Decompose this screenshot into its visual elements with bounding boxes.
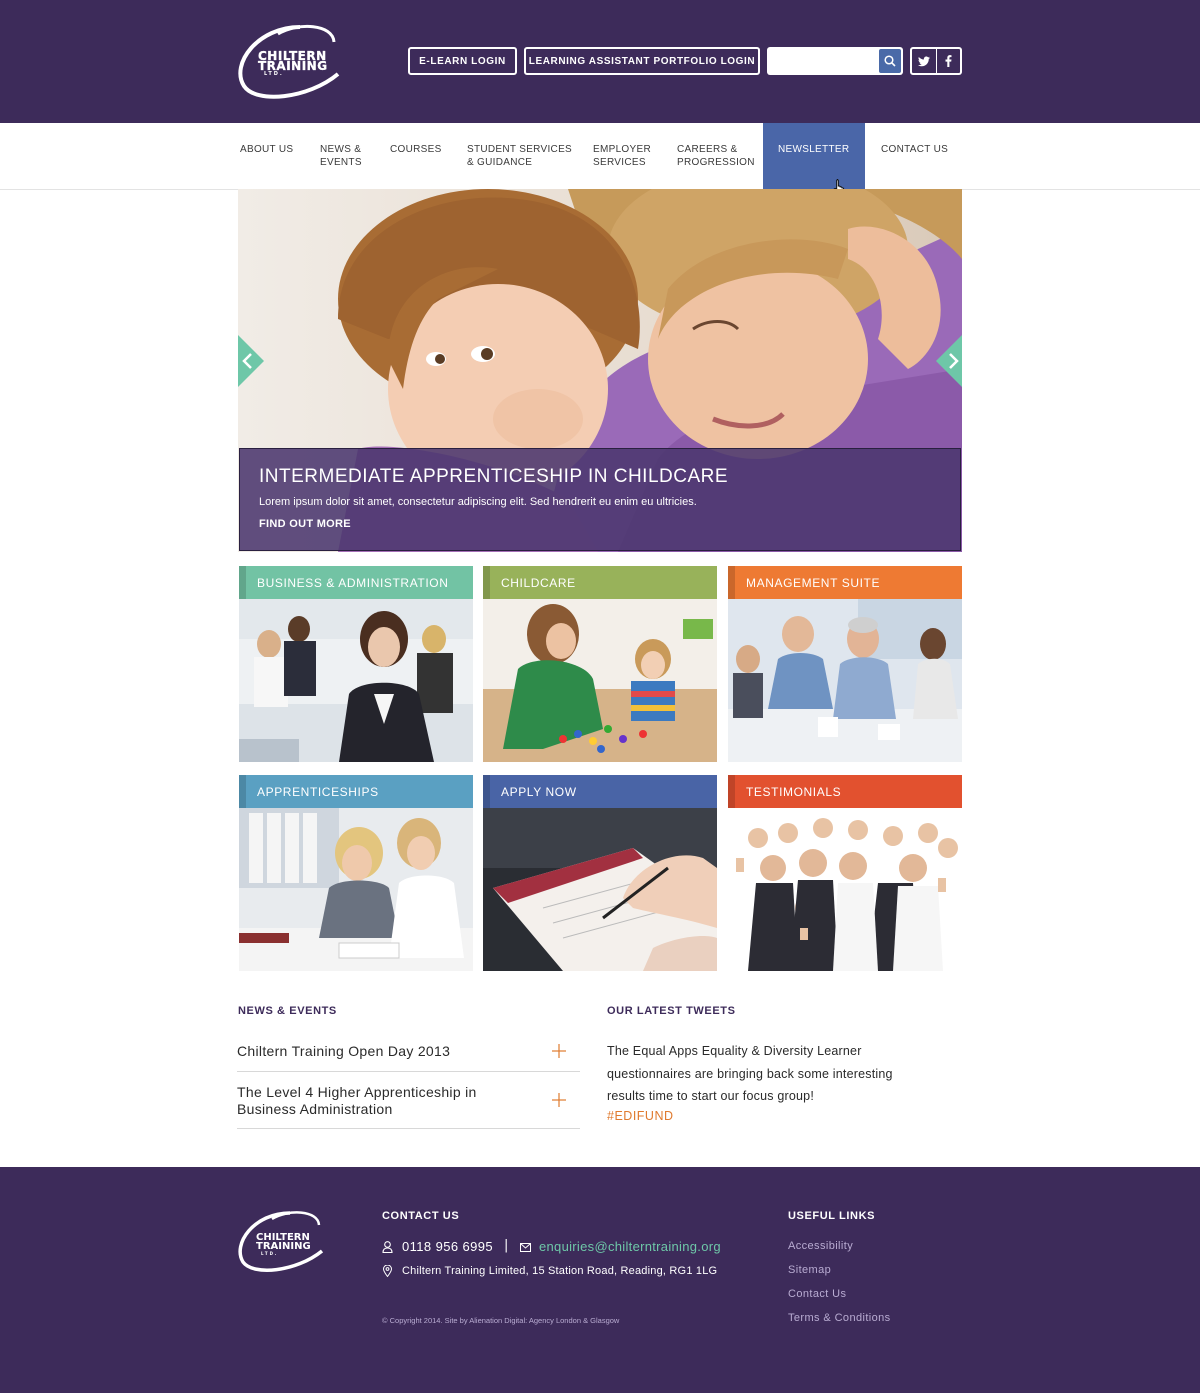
tile-image-testimonials xyxy=(728,808,962,971)
news-section-title: NEWS & EVENTS xyxy=(238,1005,337,1017)
tile-label: MANAGEMENT SUITE xyxy=(728,566,962,599)
facebook-icon xyxy=(945,55,952,67)
site-header: CHILTERN TRAINING LTD. E-LEARN LOGIN LEA… xyxy=(0,0,1200,123)
social-links xyxy=(910,47,962,75)
logo-line2: TRAINING xyxy=(258,59,328,73)
footer-link-terms[interactable]: Terms & Conditions xyxy=(788,1312,891,1324)
footer-copyright: © Copyright 2014. Site by Alienation Dig… xyxy=(382,1316,620,1325)
footer-link-contact-us[interactable]: Contact Us xyxy=(788,1288,846,1300)
twitter-icon xyxy=(917,56,930,66)
tile-management-suite[interactable]: MANAGEMENT SUITE xyxy=(728,566,962,762)
footer-separator: | xyxy=(504,1238,509,1253)
nav-item-newsletter[interactable]: NEWSLETTER xyxy=(763,123,865,189)
facebook-button[interactable] xyxy=(935,49,961,73)
footer-contact-title: CONTACT US xyxy=(382,1210,460,1222)
slider-next-arrow[interactable] xyxy=(936,335,962,387)
search-input[interactable] xyxy=(767,47,877,75)
nav-item-about-us[interactable]: ABOUT US xyxy=(240,123,293,189)
news-item[interactable]: Chiltern Training Open Day 2013 xyxy=(237,1031,580,1072)
nav-item-careers[interactable]: CAREERS & PROGRESSION xyxy=(677,123,755,189)
twitter-button[interactable] xyxy=(912,49,936,73)
tile-image-apprenticeships xyxy=(239,808,473,971)
hero-title: INTERMEDIATE APPRENTICESHIP IN CHILDCARE xyxy=(259,466,729,487)
nav-item-employer-services[interactable]: EMPLOYER SERVICES xyxy=(593,123,651,189)
tweet-hashtag[interactable]: #EDIFUND xyxy=(607,1109,674,1123)
search-button[interactable] xyxy=(879,49,901,73)
tile-image-apply-now xyxy=(483,808,717,971)
tile-label: TESTIMONIALS xyxy=(728,775,962,808)
main-nav: ABOUT US NEWS & EVENTS COURSES STUDENT S… xyxy=(0,123,1200,190)
nav-item-news-events[interactable]: NEWS & EVENTS xyxy=(320,123,362,189)
hero-slider: INTERMEDIATE APPRENTICESHIP IN CHILDCARE… xyxy=(238,189,962,552)
footer-logo[interactable]: CHILTERN TRAINING LTD. xyxy=(238,1210,343,1272)
elearn-login-button[interactable]: E-LEARN LOGIN xyxy=(408,47,517,75)
tile-testimonials[interactable]: TESTIMONIALS xyxy=(728,775,962,971)
nav-item-student-services[interactable]: STUDENT SERVICES & GUIDANCE xyxy=(467,123,572,189)
tile-label: CHILDCARE xyxy=(483,566,717,599)
site-logo[interactable]: CHILTERN TRAINING LTD. xyxy=(238,24,363,99)
tile-childcare[interactable]: CHILDCARE xyxy=(483,566,717,762)
lap-login-button[interactable]: LEARNING ASSISTANT PORTFOLIO LOGIN xyxy=(524,47,760,75)
footer-address: Chiltern Training Limited, 15 Station Ro… xyxy=(402,1265,718,1277)
slider-prev-arrow[interactable] xyxy=(238,335,264,387)
nav-item-contact-us[interactable]: CONTACT US xyxy=(881,123,948,189)
news-item-title: The Level 4 Higher Apprenticeship in Bus… xyxy=(237,1084,477,1117)
tile-image-business xyxy=(239,599,473,762)
hero-find-out-more-link[interactable]: FIND OUT MORE xyxy=(259,518,351,530)
hero-caption: INTERMEDIATE APPRENTICESHIP IN CHILDCARE… xyxy=(239,448,961,551)
footer-email-link[interactable]: enquiries@chilterntraining.org xyxy=(539,1239,721,1254)
footer-links-title: USEFUL LINKS xyxy=(788,1210,876,1222)
footer-link-sitemap[interactable]: Sitemap xyxy=(788,1264,831,1276)
hero-text: Lorem ipsum dolor sit amet, consectetur … xyxy=(259,496,697,508)
tile-image-management xyxy=(728,599,962,762)
expand-plus-icon[interactable] xyxy=(552,1093,566,1107)
tile-apprenticeships[interactable]: APPRENTICESHIPS xyxy=(239,775,473,971)
logo-line2: TRAINING xyxy=(256,1241,311,1252)
tweets-section-title: OUR LATEST TWEETS xyxy=(607,1005,736,1017)
tile-label: APPRENTICESHIPS xyxy=(239,775,473,808)
site-footer: CHILTERN TRAINING LTD. CONTACT US 0118 9… xyxy=(0,1167,1200,1393)
location-pin-icon xyxy=(383,1265,392,1277)
tile-image-childcare xyxy=(483,599,717,762)
footer-phone: 0118 956 6995 xyxy=(402,1239,493,1254)
expand-plus-icon[interactable] xyxy=(552,1044,566,1058)
news-item[interactable]: The Level 4 Higher Apprenticeship in Bus… xyxy=(237,1072,580,1129)
nav-item-courses[interactable]: COURSES xyxy=(390,123,442,189)
mail-icon xyxy=(520,1243,531,1252)
search-icon xyxy=(884,55,896,67)
tile-business-administration[interactable]: BUSINESS & ADMINISTRATION xyxy=(239,566,473,762)
tile-label: BUSINESS & ADMINISTRATION xyxy=(239,566,473,599)
tile-label: APPLY NOW xyxy=(483,775,717,808)
tile-apply-now[interactable]: APPLY NOW xyxy=(483,775,717,971)
search-box xyxy=(767,47,903,75)
tweet-text: The Equal Apps Equality & Diversity Lear… xyxy=(607,1044,893,1104)
person-icon xyxy=(382,1241,393,1253)
news-item-title: Chiltern Training Open Day 2013 xyxy=(237,1043,451,1059)
footer-link-accessibility[interactable]: Accessibility xyxy=(788,1240,853,1252)
